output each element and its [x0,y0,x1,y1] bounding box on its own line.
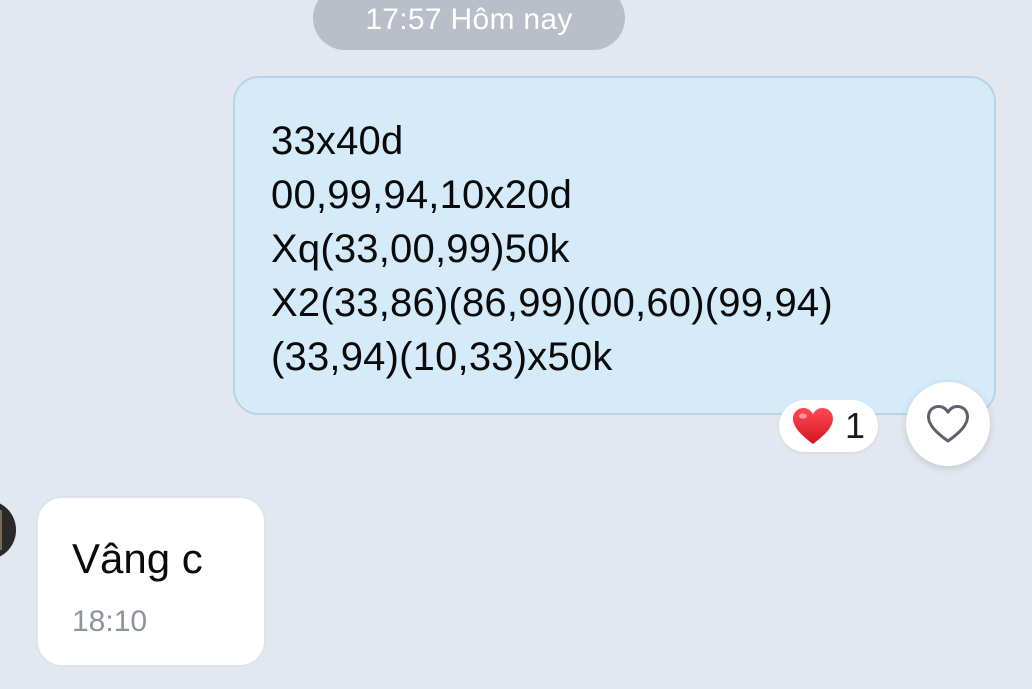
message-line: (33,94)(10,33)x50k [271,335,613,379]
reaction-count: 1 [845,405,866,446]
reaction-summary[interactable]: 1 [779,400,878,452]
incoming-message-text: Vâng c [72,535,203,582]
message-line: Xq(33,00,99)50k [271,227,570,271]
message-timestamp: 18:10 [72,605,148,638]
message-line: X2(33,86)(86,99)(00,60)(99,94) [271,281,833,325]
incoming-message-bubble[interactable]: Vâng c 18:10 [36,496,266,667]
avatar-image [0,500,16,560]
red-heart-icon [793,408,833,444]
time-divider: 17:57 Hôm nay [313,0,625,50]
message-line: 00,99,94,10x20d [271,173,573,217]
heart-outline-icon [927,405,969,443]
react-heart-button[interactable] [906,382,990,466]
outgoing-message-bubble[interactable]: 33x40d 00,99,94,10x20d Xq(33,00,99)50k X… [233,76,996,415]
sender-avatar[interactable] [0,500,16,560]
message-line: 33x40d [271,119,404,163]
time-divider-label: 17:57 Hôm nay [365,3,573,36]
